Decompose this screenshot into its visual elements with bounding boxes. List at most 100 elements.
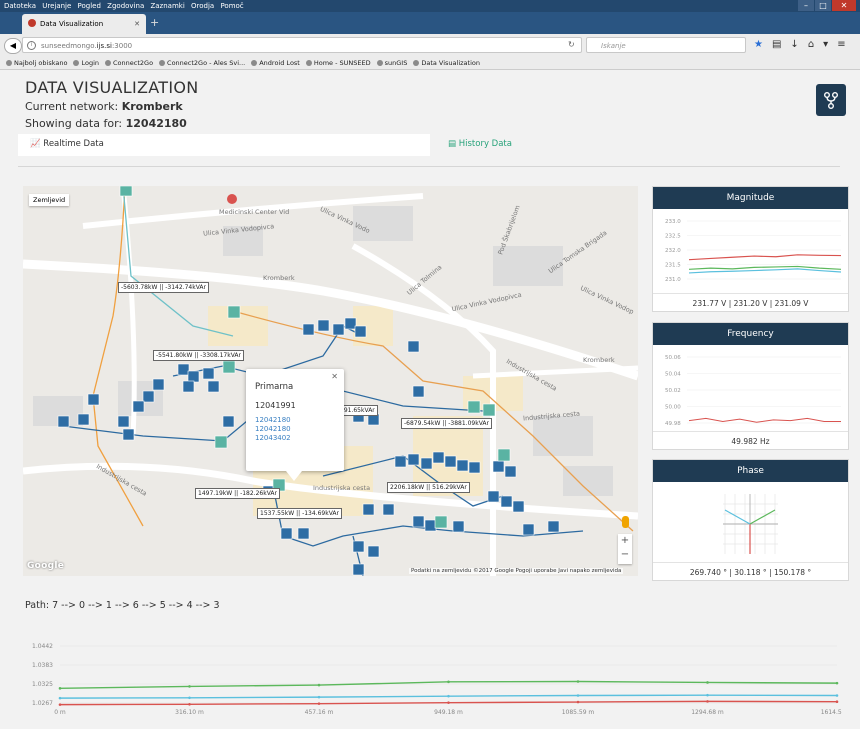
browser-menubar: Datoteka Urejanje Pogled Zgodovina Zazna… [0, 0, 860, 12]
window-controls: – □ ✕ [798, 0, 856, 12]
menu-edit[interactable]: Urejanje [42, 2, 71, 10]
bookmark-item[interactable]: Connect2Go - Ales Svi... [159, 56, 245, 69]
series-line [688, 417, 841, 423]
reload-icon[interactable]: ↻ [568, 40, 575, 49]
data-point [317, 702, 321, 705]
bookmarks-list-icon[interactable]: ▤ [772, 39, 781, 50]
data-line: Showing data for: 12042180 [25, 117, 187, 130]
menu-help[interactable]: Pomoč [220, 2, 243, 10]
path-label: Path: [25, 600, 50, 611]
data-value: 12042180 [125, 117, 187, 130]
bookmark-item[interactable]: sunGIS [377, 56, 408, 69]
power-label: -6879.54kW || -3881.09kVAr [401, 418, 492, 429]
data-point [188, 685, 191, 688]
database-icon: ▤ [448, 139, 457, 149]
download-icon[interactable]: ↓ [790, 39, 798, 50]
path-text: Path: 7 --> 0 --> 1 --> 6 --> 5 --> 4 --… [25, 600, 220, 611]
y-tick-label: 1.0383 [32, 662, 53, 669]
bookmark-item[interactable]: Home - SUNSEED [306, 56, 371, 69]
menu-tools[interactable]: Orodja [191, 2, 214, 10]
url-bar[interactable]: sunseedmongo.ijs.si:3000 [22, 37, 582, 53]
bookmark-star-icon[interactable]: ★ [754, 39, 763, 50]
y-tick-label: 1.0442 [32, 643, 53, 650]
x-tick-label: 1294.68 m [691, 709, 724, 716]
y-tick-label: 49.98 [665, 421, 681, 427]
zoom-in-button[interactable]: + [618, 534, 632, 548]
popup-link[interactable]: 12043402 [255, 434, 291, 442]
series-line [688, 268, 842, 274]
browser-tab[interactable]: Data Visualization ✕ [22, 14, 146, 34]
tab-history-label: History Data [458, 139, 512, 149]
back-button[interactable]: ◀ [4, 38, 22, 54]
data-point [835, 681, 839, 685]
zoom-control: + − [618, 534, 632, 564]
close-window-button[interactable]: ✕ [832, 0, 856, 11]
pocket-icon[interactable]: ▾ [823, 39, 828, 50]
data-point [317, 695, 321, 699]
phase-vector-c [724, 509, 751, 525]
url-host: sunseedmongo. [41, 42, 97, 50]
bookmark-item[interactable]: Najbolj obiskano [6, 56, 67, 69]
data-point [58, 696, 62, 700]
y-tick-label: 232.5 [665, 234, 681, 240]
bookmark-item[interactable]: Data Visualization [413, 56, 480, 69]
data-point [576, 700, 580, 704]
tab-realtime[interactable]: 📈 Realtime Data [30, 139, 104, 149]
info-icon[interactable]: i [27, 41, 36, 50]
popup-link[interactable]: 12042180 [255, 425, 291, 433]
data-point [576, 680, 580, 683]
menu-file[interactable]: Datoteka [4, 2, 36, 10]
tab-history[interactable]: ▤ History Data [448, 139, 512, 149]
map-attribution[interactable]: Podatki na zemljevidu ©2017 Google Pogoj… [409, 568, 624, 574]
x-tick-label: 949.18 m [434, 709, 463, 716]
close-popup-icon[interactable]: ✕ [331, 372, 338, 381]
y-tick-label: 50.00 [665, 405, 681, 411]
magnitude-value: 231.77 V [692, 299, 727, 308]
bookmarks-bar: Najbolj obiskano Login Connect2Go Connec… [0, 56, 860, 70]
favicon-icon [28, 19, 36, 27]
minimize-button[interactable]: – [798, 0, 814, 11]
close-tab-icon[interactable]: ✕ [134, 14, 140, 34]
data-point [706, 681, 709, 684]
bookmark-item[interactable]: Connect2Go [105, 56, 153, 69]
x-tick-label: 0 m [54, 709, 66, 716]
power-label: -5603.78kW || -3142.74kVAr [118, 282, 209, 293]
popup-title: Primarna [255, 382, 294, 392]
search-input[interactable]: Iskanje [586, 37, 746, 53]
map-type-control[interactable]: Zemljevid [29, 194, 70, 206]
path-value: 7 --> 0 --> 1 --> 6 --> 5 --> 4 --> 3 [52, 600, 220, 611]
phase-value: 269.740 ° [689, 568, 727, 577]
map-view[interactable]: Zemljevid Medicinski Center Vid Ulica Vi… [23, 186, 638, 576]
menu-bookmarks[interactable]: Zaznamki [150, 2, 184, 10]
new-tab-button[interactable]: + [150, 16, 159, 29]
pegman-icon[interactable] [622, 516, 629, 528]
y-tick-label: 231.0 [665, 277, 681, 283]
bookmark-item[interactable]: Login [73, 56, 99, 69]
x-tick-label: 1085.59 m [562, 709, 595, 716]
y-tick-label: 50.04 [665, 372, 681, 378]
power-label: 1497.19kW || -182.26kVAr [195, 488, 281, 499]
page-title: DATA VISUALIZATION [25, 78, 199, 97]
toolbar-icons: ★ ▤ ↓ ⌂ ▾ ≡ [754, 39, 846, 50]
path-voltage-chart: 1.0442 1.0383 1.0325 1.02670 m 316.10 m 457.1… [32, 643, 842, 716]
menu-history[interactable]: Zgodovina [107, 2, 144, 10]
phase-title: Phase [653, 460, 848, 482]
popup-link[interactable]: 12042180 [255, 416, 291, 424]
frequency-chart: 50.06 50.04 50.02 50.00 49.98 [665, 355, 841, 427]
data-point [706, 693, 709, 697]
series-line [688, 254, 842, 261]
data-point [188, 703, 191, 706]
data-point [317, 683, 321, 687]
menu-view[interactable]: Pogled [78, 2, 101, 10]
hamburger-menu-icon[interactable]: ≡ [837, 39, 845, 50]
network-line: Current network: Kromberk [25, 100, 183, 113]
x-tick-label: 457.16 m [305, 709, 334, 716]
maximize-button[interactable]: □ [815, 0, 831, 11]
bookmark-item[interactable]: Android Lost [251, 56, 300, 69]
zoom-out-button[interactable]: − [618, 548, 632, 562]
data-point [188, 696, 191, 700]
home-icon[interactable]: ⌂ [808, 39, 814, 50]
network-switch-button[interactable] [816, 84, 846, 116]
phase-value: 30.118 ° [734, 568, 767, 577]
phase-diagram [723, 494, 778, 554]
